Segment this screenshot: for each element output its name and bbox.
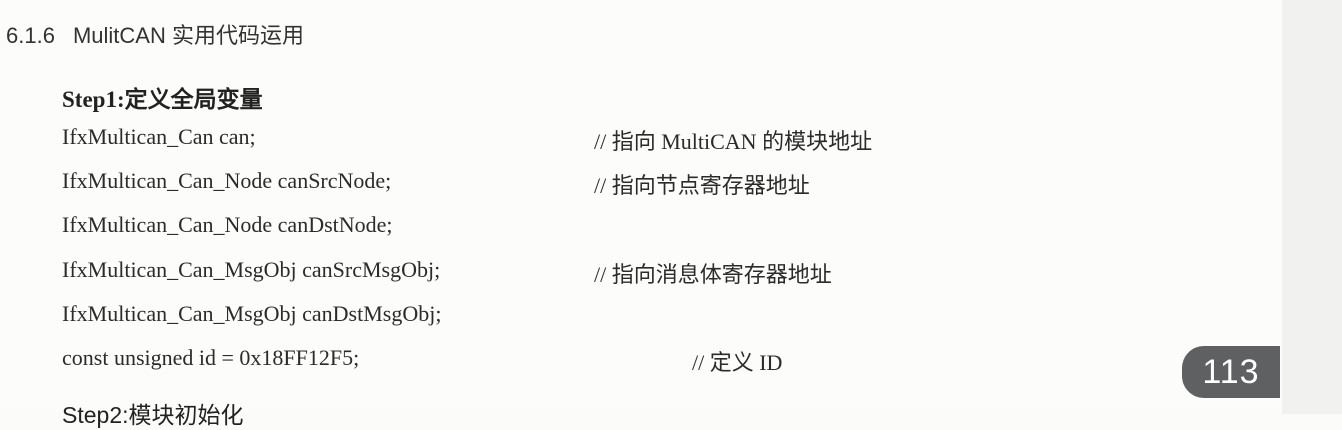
code-comment-4: // 指向消息体寄存器地址 [594,262,832,287]
page-number-badge: 113 [1182,346,1280,398]
page-margin [1282,0,1342,414]
code-line-3: IfxMultican_Can_Node canDstNode; [62,212,393,237]
code-line-1: IfxMultican_Can can; [62,124,256,149]
section-title: MulitCAN 实用代码运用 [72,23,304,48]
code-comment-2: // 指向节点寄存器地址 [594,173,810,198]
section-number: 6.1.6 [6,23,55,48]
step2-heading: Step2:模块初始化 [62,402,244,428]
step1-heading: Step1:定义全局变量 [62,87,263,112]
code-line-4: IfxMultican_Can_MsgObj canSrcMsgObj; [62,257,441,282]
code-line-2: IfxMultican_Can_Node canSrcNode; [62,168,392,193]
section-heading: 6.1.6 MulitCAN 实用代码运用 [6,18,304,50]
code-line-5: IfxMultican_Can_MsgObj canDstMsgObj; [62,301,442,326]
code-line-6: const unsigned id = 0x18FF12F5; [62,345,360,370]
page-number: 113 [1202,352,1260,391]
code-comment-6: // 定义 ID [692,350,783,375]
code-comment-1: // 指向 MultiCAN 的模块地址 [594,129,873,154]
document-page: 6.1.6 MulitCAN 实用代码运用 Step1:定义全局变量 IfxMul… [0,0,1282,428]
